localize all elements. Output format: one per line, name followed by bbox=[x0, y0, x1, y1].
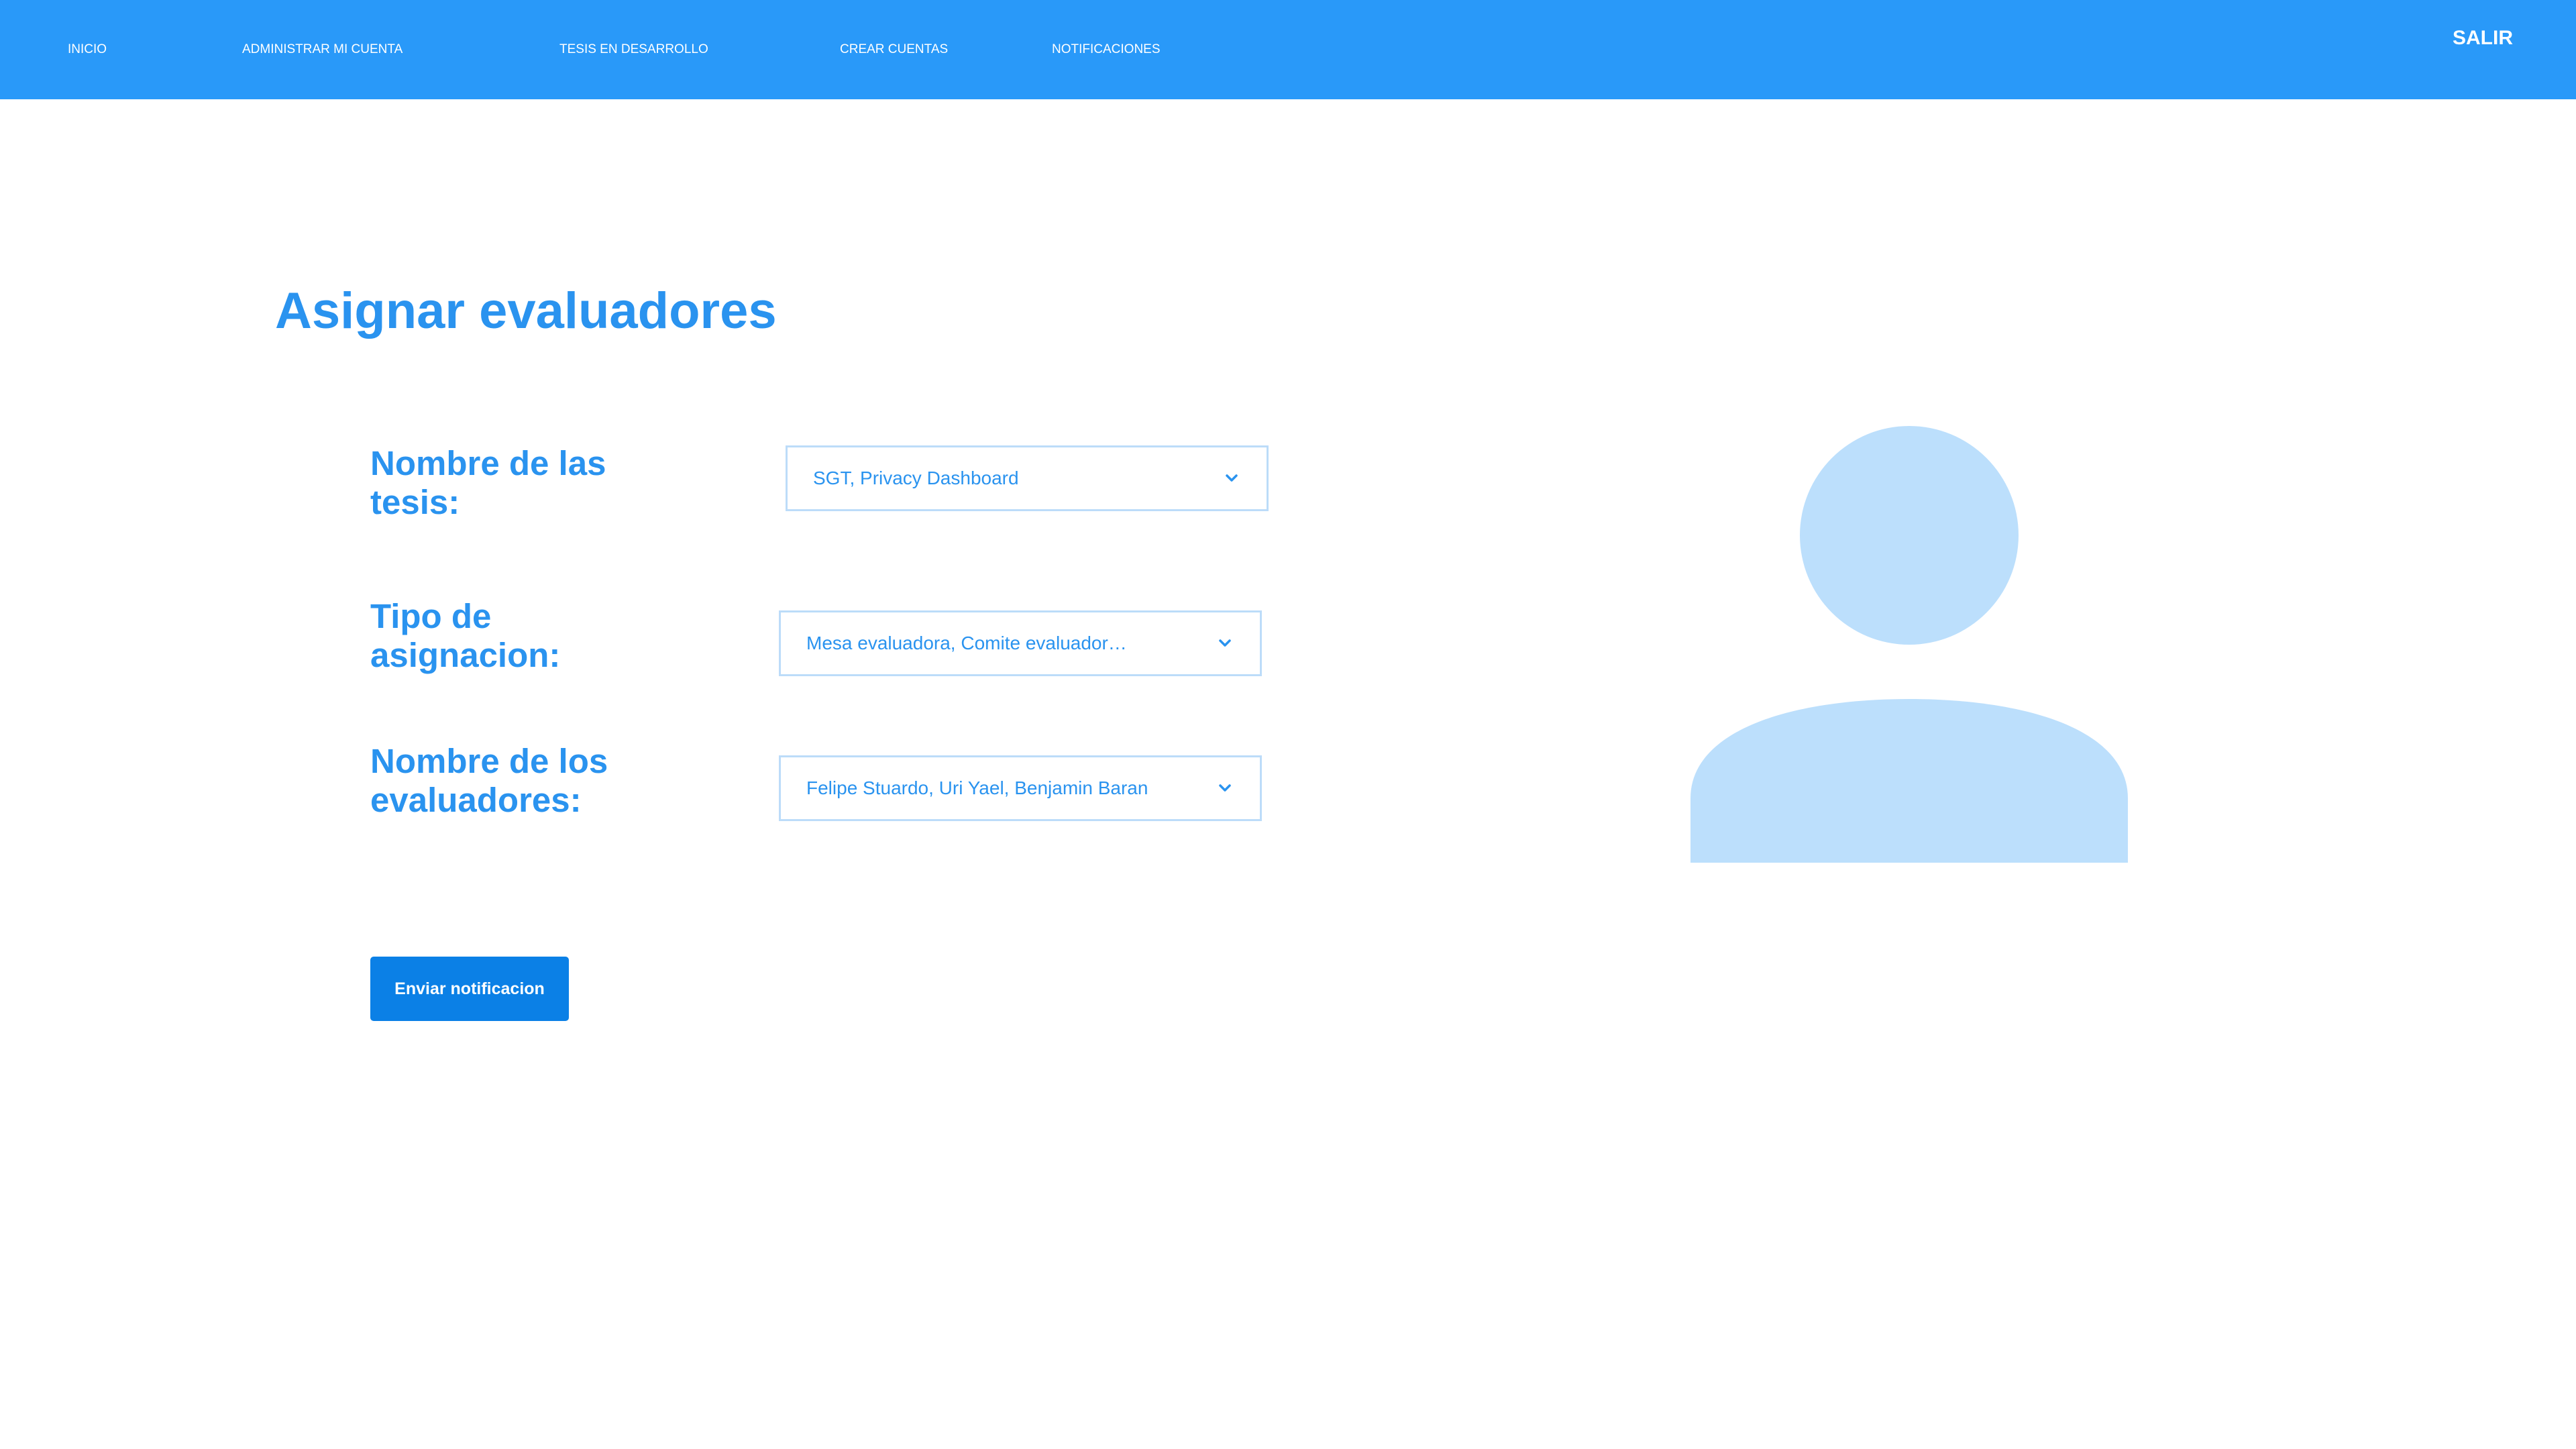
nav-item-administrar-mi-cuenta[interactable]: ADMINISTRAR MI CUENTA bbox=[242, 42, 402, 58]
assignment-type-label: Tipo de asignacion: bbox=[370, 597, 561, 674]
chevron-down-icon bbox=[1226, 474, 1238, 482]
top-navigation-bar: INICIO ADMINISTRAR MI CUENTA TESIS EN DE… bbox=[0, 0, 2576, 99]
thesis-name-select[interactable]: SGT, Privacy Dashboard bbox=[786, 445, 1269, 511]
assignment-type-select-value: Mesa evaluadora, Comite evaluador… bbox=[806, 633, 1127, 653]
nav-item-tesis-en-desarrollo[interactable]: TESIS EN DESARROLLO bbox=[559, 42, 708, 58]
nav-item-crear-cuentas[interactable]: CREAR CUENTAS bbox=[840, 42, 948, 58]
chevron-down-icon bbox=[1219, 784, 1231, 792]
page-title: Asignar evaluadores bbox=[275, 282, 777, 339]
nav-item-inicio[interactable]: INICIO bbox=[68, 42, 107, 58]
evaluators-name-label: Nombre de los evaluadores: bbox=[370, 742, 608, 819]
user-avatar-icon bbox=[1690, 426, 2128, 863]
logout-button[interactable]: SALIR bbox=[2453, 25, 2513, 51]
send-notification-button[interactable]: Enviar notificacion bbox=[370, 957, 569, 1021]
evaluators-name-select[interactable]: Felipe Stuardo, Uri Yael, Benjamin Baran bbox=[779, 755, 1262, 821]
thesis-name-select-value: SGT, Privacy Dashboard bbox=[813, 468, 1019, 488]
assignment-type-select[interactable]: Mesa evaluadora, Comite evaluador… bbox=[779, 610, 1262, 676]
thesis-name-label: Nombre de las tesis: bbox=[370, 444, 606, 521]
nav-item-notificaciones[interactable]: NOTIFICACIONES bbox=[1052, 42, 1161, 58]
evaluators-name-select-value: Felipe Stuardo, Uri Yael, Benjamin Baran bbox=[806, 777, 1148, 798]
chevron-down-icon bbox=[1219, 639, 1231, 647]
